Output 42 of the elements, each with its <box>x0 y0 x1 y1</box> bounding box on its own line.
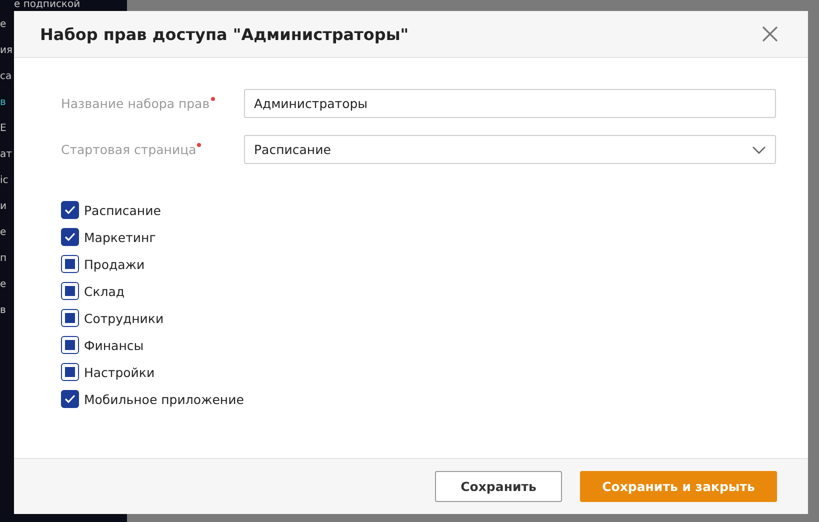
sidebar-item[interactable]: е <box>0 18 14 31</box>
checkbox-label: Склад <box>84 284 125 298</box>
sidebar-item[interactable]: ат <box>0 148 14 161</box>
checkbox[interactable] <box>61 201 79 219</box>
sidebar-item[interactable]: п <box>0 252 14 265</box>
sidebar-item[interactable]: е <box>0 226 14 239</box>
checkbox[interactable] <box>61 363 79 381</box>
field-label: Название набора прав <box>61 96 210 111</box>
checkbox-row[interactable]: Мобильное приложение <box>61 390 777 408</box>
checkbox-label: Финансы <box>84 338 144 352</box>
checkmark-icon <box>64 394 76 404</box>
checkbox-label: Маркетинг <box>84 230 156 244</box>
checkbox-label: Расписание <box>84 202 161 218</box>
chevron-down-icon <box>752 146 766 154</box>
checkbox[interactable] <box>61 336 79 354</box>
dialog-title: Набор прав доступа "Администраторы" <box>40 24 409 44</box>
field-label: Стартовая страница <box>61 142 196 157</box>
save-button[interactable]: Сохранить <box>435 471 562 502</box>
checkbox-label: Сотрудники <box>84 310 164 326</box>
sidebar-item[interactable]: е <box>0 278 14 291</box>
checkbox-row[interactable]: Расписание <box>61 201 777 219</box>
sidebar-item[interactable]: ия <box>0 44 14 57</box>
checkbox[interactable] <box>61 309 79 327</box>
sidebar-item[interactable]: в <box>0 304 14 317</box>
sidebar-item[interactable]: и <box>0 200 14 213</box>
checkbox[interactable] <box>61 255 79 273</box>
checkbox-label: Продажи <box>84 256 145 272</box>
checkmark-icon <box>64 232 76 242</box>
checkbox[interactable] <box>61 282 79 300</box>
input-field[interactable]: Администраторы <box>244 89 776 118</box>
checkmark-icon <box>64 205 76 215</box>
checkbox-row[interactable]: Маркетинг <box>61 228 777 246</box>
sidebar-item[interactable]: Е <box>0 122 14 135</box>
checkbox-label: Настройки <box>84 364 155 380</box>
dropdown[interactable]: Расписание <box>244 135 776 164</box>
checkbox[interactable] <box>61 390 79 408</box>
sidebar-item[interactable]: са <box>0 70 14 83</box>
sidebar-item[interactable]: в <box>0 96 14 109</box>
checkbox[interactable] <box>61 228 79 246</box>
checkbox-label: Мобильное приложение <box>84 392 244 406</box>
close-icon[interactable] <box>762 26 778 42</box>
sidebar-item[interactable]: ic <box>0 174 14 187</box>
